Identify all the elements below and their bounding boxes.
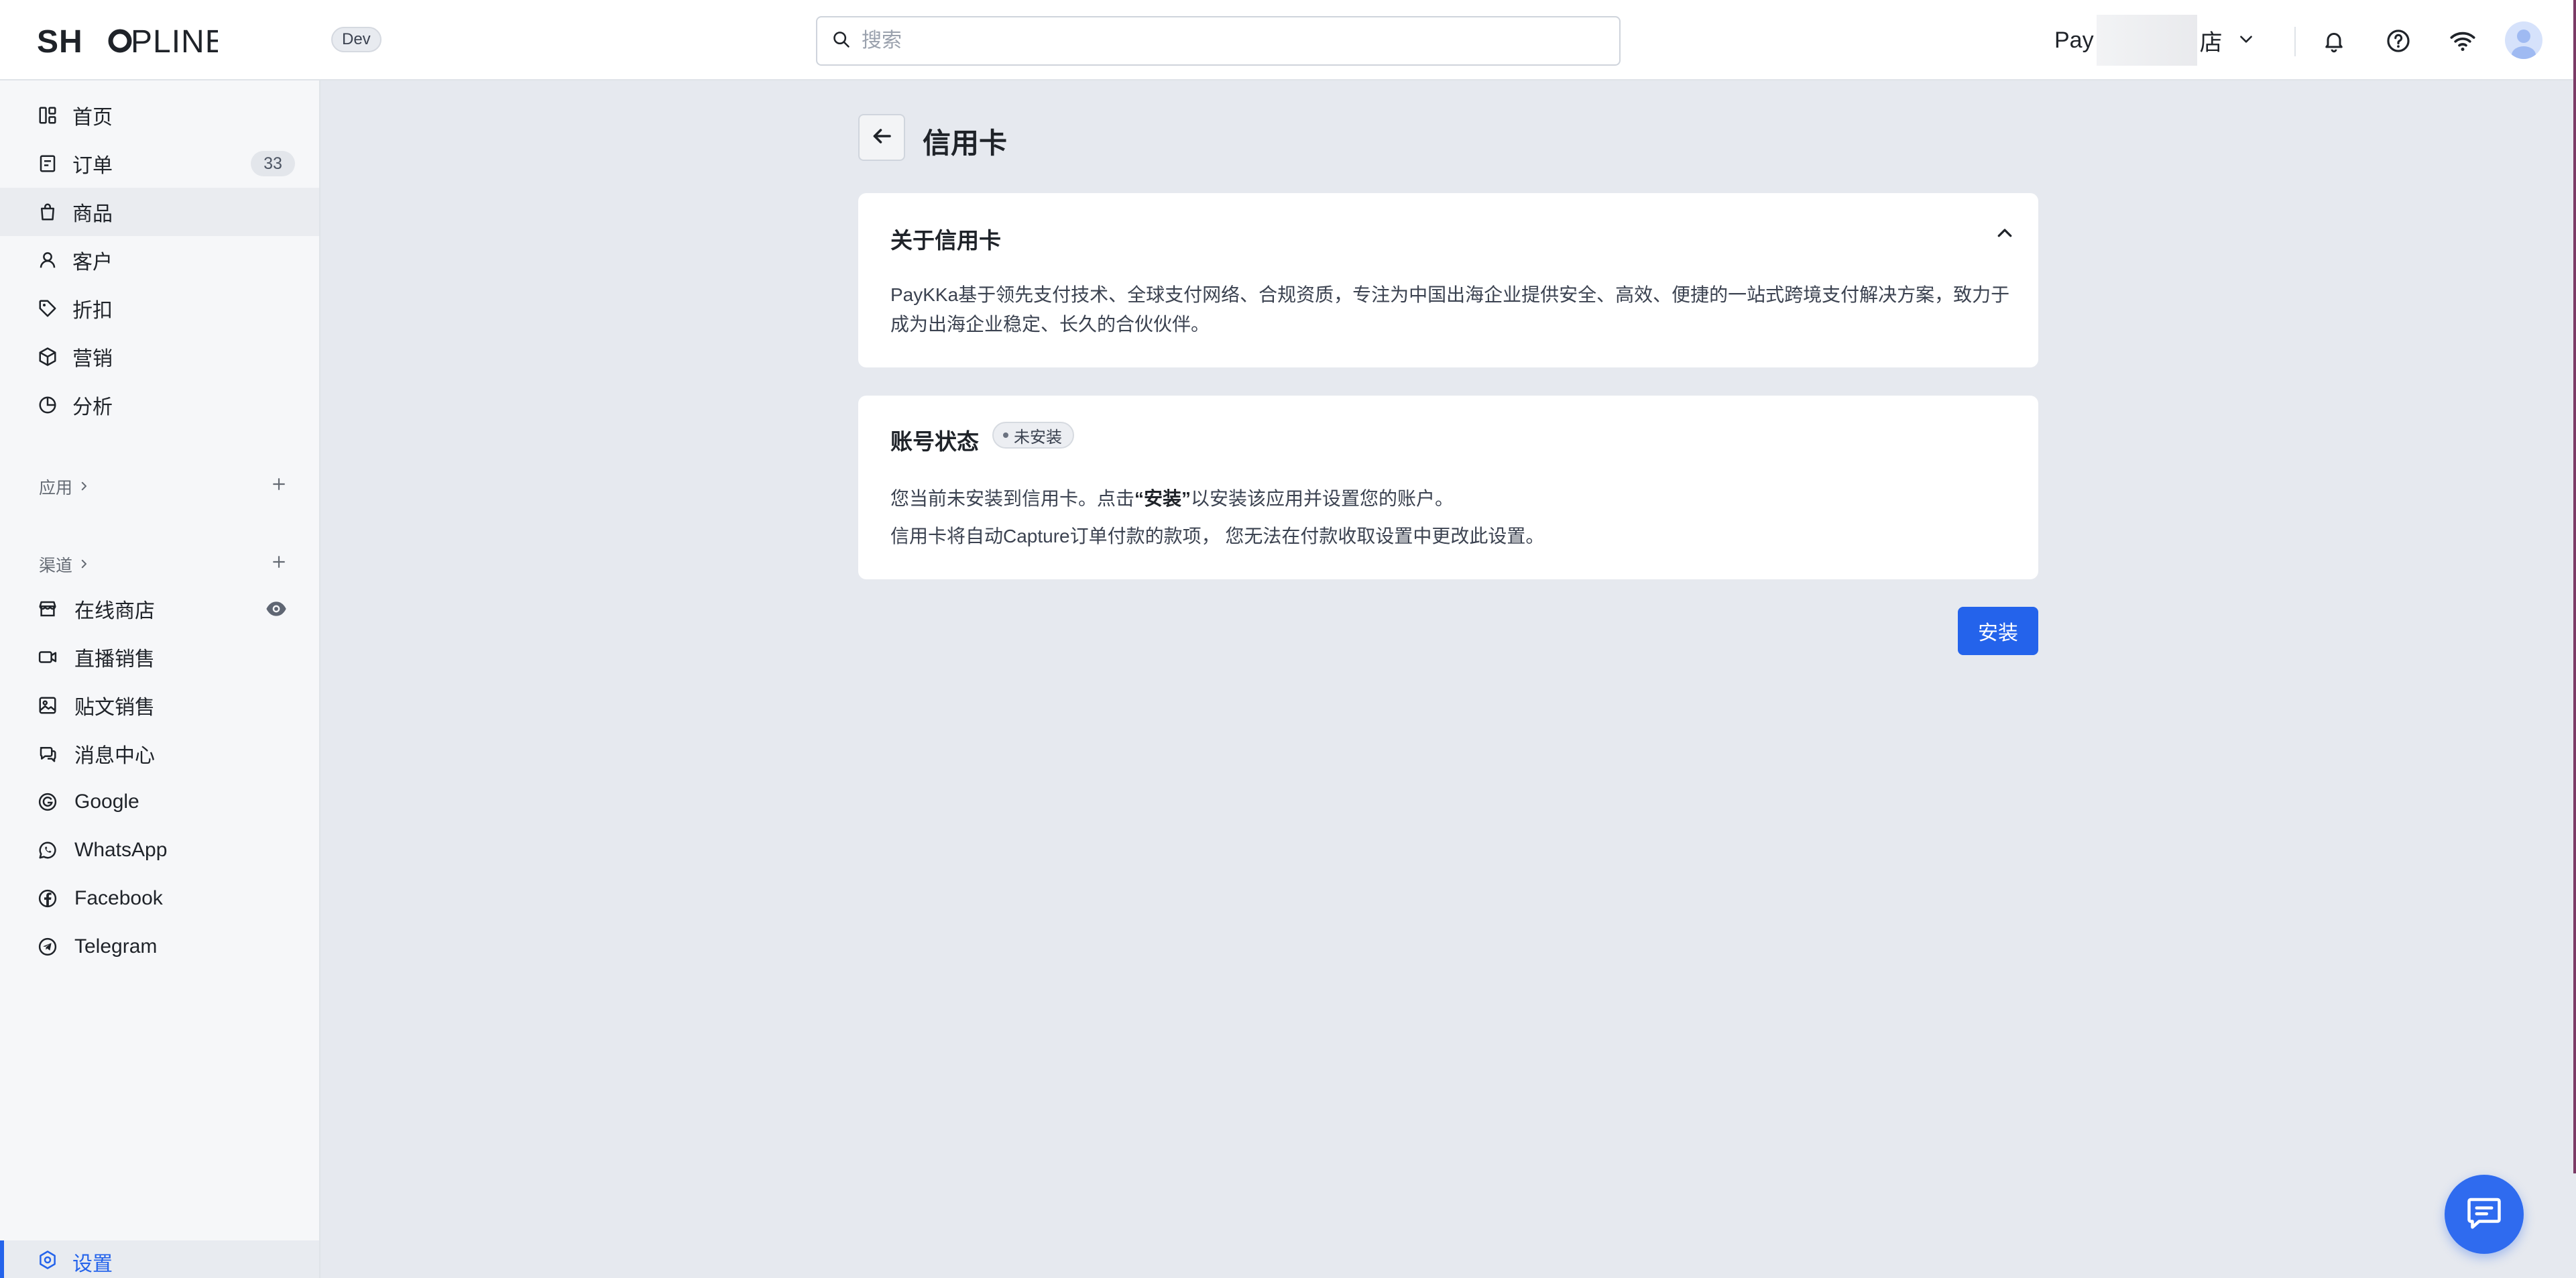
status-badge: 未安装 (992, 422, 1074, 449)
sidebar: 首页 订单 33 商品 客户 折扣 营销 分析 应用 渠道 在线商店 直播销售 … (0, 80, 320, 1278)
back-button[interactable] (858, 114, 905, 161)
shopline-logo[interactable]: SH PLINE (37, 20, 218, 60)
chevron-down-icon (2237, 27, 2255, 54)
shopping-bag-icon (38, 202, 58, 222)
user-avatar[interactable] (2505, 21, 2542, 59)
chat-support-button[interactable] (2445, 1175, 2524, 1254)
sidebar-item-orders[interactable]: 订单 33 (0, 139, 319, 188)
sidebar-item-facebook[interactable]: Facebook (0, 874, 319, 923)
search-icon (832, 30, 851, 52)
sidebar-item-label: 营销 (72, 348, 113, 370)
bell-icon[interactable] (2319, 25, 2349, 56)
help-circle-icon[interactable] (2383, 25, 2414, 56)
header-divider (2294, 27, 2296, 56)
status-dot (1003, 432, 1008, 438)
image-icon (38, 695, 58, 715)
store-selector[interactable]: Pay 店 (2054, 15, 2255, 66)
sidebar-item-marketing[interactable]: 营销 (0, 333, 319, 381)
install-button[interactable]: 安装 (1958, 607, 2038, 655)
sidebar-item-label: Facebook (74, 887, 163, 909)
add-channel-plus-icon[interactable] (268, 551, 290, 573)
channels-section-label: 渠道 (39, 557, 73, 575)
add-app-plus-icon[interactable] (268, 473, 290, 495)
telegram-icon (38, 937, 58, 957)
orders-count-badge: 33 (251, 151, 295, 176)
chevron-up-icon[interactable] (1991, 220, 2018, 247)
whatsapp-icon (38, 840, 58, 860)
sidebar-item-label: WhatsApp (74, 839, 168, 861)
account-status-card: 账号状态 未安装 您当前未安装到信用卡。点击“安装”以安装该应用并设置您的账户。… (858, 396, 2038, 579)
sidebar-item-products[interactable]: 商品 (0, 188, 319, 236)
sidebar-item-analytics[interactable]: 分析 (0, 381, 319, 429)
store-name-suffix: 店 (2199, 30, 2223, 56)
sidebar-item-label: Telegram (74, 935, 158, 957)
apps-section-header[interactable]: 应用 (39, 475, 90, 499)
storefront-icon (38, 599, 58, 619)
video-camera-icon (38, 647, 58, 667)
wifi-icon[interactable] (2447, 25, 2478, 56)
sidebar-item-whatsapp[interactable]: WhatsApp (0, 826, 319, 874)
status-line-2: 信用卡将自动Capture订单付款的款项， 您无法在付款收取设置中更改此设置。 (890, 526, 1545, 546)
store-name-redacted (2096, 15, 2197, 66)
about-card: 关于信用卡 PayKKa基于领先支付技术、全球支付网络、合规资质，专注为中国出海… (858, 193, 2038, 367)
tag-icon (38, 298, 58, 318)
search-bar[interactable] (816, 16, 1621, 66)
sidebar-item-online-store[interactable]: 在线商店 (0, 585, 319, 633)
sidebar-item-live-sales[interactable]: 直播销售 (0, 633, 319, 681)
sidebar-item-label: Google (74, 791, 139, 813)
account-status-title: 账号状态 (890, 429, 979, 454)
about-card-title: 关于信用卡 (890, 228, 1001, 253)
home-grid-icon (38, 105, 58, 125)
sidebar-item-post-sales[interactable]: 贴文销售 (0, 681, 319, 730)
sidebar-item-label: 商品 (72, 203, 113, 225)
status-line-1: 您当前未安装到信用卡。点击“安装”以安装该应用并设置您的账户。 (890, 484, 1454, 511)
status-line-1-bold: “安装” (1134, 488, 1191, 509)
window-edge (2573, 0, 2576, 1173)
sidebar-item-settings[interactable]: 设置 (0, 1240, 319, 1278)
sidebar-item-label: 设置 (72, 1253, 113, 1275)
status-line-1-before: 您当前未安装到信用卡。点击 (890, 488, 1135, 509)
page-title: 信用卡 (923, 127, 1008, 159)
apps-section-label: 应用 (39, 479, 73, 498)
cube-icon (38, 347, 58, 367)
sidebar-item-label: 贴文销售 (74, 697, 155, 719)
pie-chart-icon (38, 395, 58, 415)
sidebar-item-label: 消息中心 (74, 745, 155, 767)
sidebar-item-label: 分析 (72, 396, 113, 418)
arrow-left-icon (870, 124, 894, 152)
status-badge-label: 未安装 (1014, 428, 1062, 447)
sidebar-item-label: 折扣 (72, 300, 113, 322)
active-indicator (0, 1240, 4, 1278)
sidebar-item-label: 在线商店 (74, 600, 155, 622)
sidebar-item-google[interactable]: Google (0, 778, 319, 826)
channels-section-header[interactable]: 渠道 (39, 553, 90, 577)
env-badge: Dev (331, 27, 382, 52)
svg-text:PLINE: PLINE (131, 24, 218, 60)
sidebar-item-message-center[interactable]: 消息中心 (0, 730, 319, 778)
chevron-right-icon (78, 555, 90, 575)
google-icon (38, 792, 58, 812)
chevron-right-icon (78, 477, 90, 497)
user-icon (38, 250, 58, 270)
sidebar-item-discounts[interactable]: 折扣 (0, 284, 319, 333)
chat-icon (2464, 1193, 2504, 1236)
sidebar-item-home[interactable]: 首页 (0, 91, 319, 139)
orders-icon (38, 154, 58, 174)
facebook-icon (38, 888, 58, 909)
eye-icon[interactable] (266, 599, 287, 622)
sidebar-item-label: 直播销售 (74, 648, 155, 671)
settings-hexagon-icon (38, 1250, 58, 1270)
svg-text:SH: SH (37, 24, 83, 60)
sidebar-item-customers[interactable]: 客户 (0, 236, 319, 284)
message-bubbles-icon (38, 744, 58, 764)
search-input[interactable] (860, 29, 1600, 53)
top-bar: SH PLINE Dev Pay 店 (0, 0, 2576, 80)
sidebar-item-label: 首页 (72, 107, 113, 129)
sidebar-item-label: 客户 (72, 251, 113, 274)
store-name-prefix: Pay (2054, 27, 2094, 53)
about-card-description: PayKKa基于领先支付技术、全球支付网络、合规资质，专注为中国出海企业提供安全… (890, 284, 2010, 335)
sidebar-item-telegram[interactable]: Telegram (0, 923, 319, 971)
sidebar-item-label: 订单 (72, 155, 113, 177)
status-line-1-after: 以安装该应用并设置您的账户。 (1191, 488, 1454, 509)
